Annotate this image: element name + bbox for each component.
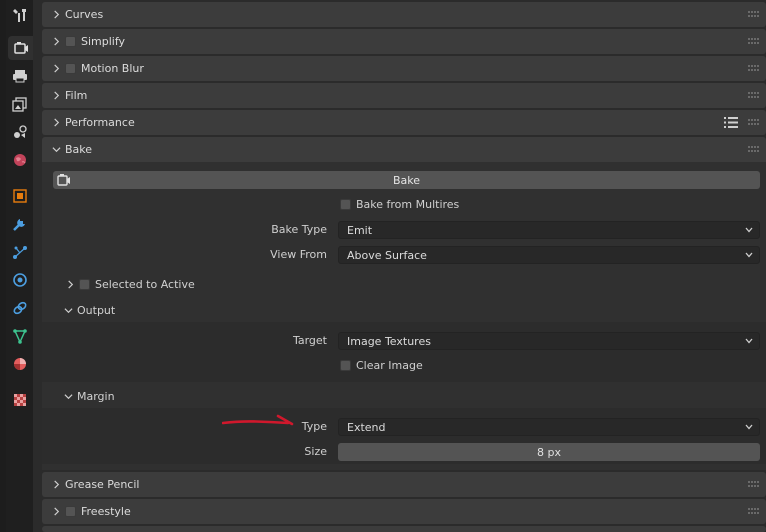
- motion-blur-checkbox[interactable]: [65, 63, 76, 74]
- drag-grip-icon[interactable]: [748, 480, 760, 488]
- output-title: Output: [77, 304, 116, 317]
- drag-grip-icon[interactable]: [748, 145, 760, 153]
- drag-grip-icon[interactable]: [748, 507, 760, 515]
- properties-tab-bar: [6, 0, 33, 532]
- chevron-right-icon: [50, 479, 62, 491]
- panel-title: Motion Blur: [81, 62, 144, 75]
- drag-grip-icon[interactable]: [748, 10, 760, 18]
- texture-icon[interactable]: [6, 388, 33, 412]
- bake-type-label: Bake Type: [271, 223, 327, 236]
- panel-bake[interactable]: Bake: [42, 137, 766, 162]
- target-dropdown[interactable]: Image Textures: [338, 332, 760, 350]
- bake-from-multires-toggle[interactable]: Bake from Multires: [340, 198, 459, 211]
- chevron-down-icon: [62, 391, 74, 403]
- view-from-dropdown[interactable]: Above Surface: [338, 246, 760, 264]
- panel-title: Performance: [65, 116, 135, 129]
- margin-size-label: Size: [304, 445, 327, 458]
- selected-to-active-checkbox[interactable]: [79, 279, 90, 290]
- margin-type-label: Type: [301, 420, 327, 433]
- physics-icon[interactable]: [6, 268, 33, 292]
- chevron-right-icon: [50, 90, 62, 102]
- drag-grip-icon[interactable]: [748, 91, 760, 99]
- chevron-right-icon: [50, 9, 62, 21]
- render-bake-icon: [57, 174, 70, 186]
- chevron-right-icon: [50, 506, 62, 518]
- chevron-down-icon: [62, 305, 74, 317]
- panel-title: Grease Pencil: [65, 478, 140, 491]
- annotation-arrow: [222, 414, 294, 426]
- scene-icon[interactable]: [6, 120, 33, 144]
- panel-title: Freestyle: [81, 505, 131, 518]
- view-from-value: Above Surface: [347, 248, 427, 262]
- drag-grip-icon[interactable]: [748, 37, 760, 45]
- tool-icon[interactable]: [6, 3, 33, 27]
- panel-motion-blur[interactable]: Motion Blur: [42, 56, 766, 81]
- bake-button[interactable]: Bake: [53, 171, 760, 189]
- chevron-right-icon: [64, 279, 76, 291]
- target-label: Target: [292, 334, 327, 347]
- view-from-label: View From: [270, 248, 327, 261]
- bake-type-value: Emit: [347, 223, 373, 237]
- freestyle-checkbox[interactable]: [65, 506, 76, 517]
- panel-curves[interactable]: Curves: [42, 2, 766, 27]
- panel-title: Film: [65, 89, 88, 102]
- world-icon[interactable]: [6, 148, 33, 172]
- data-icon[interactable]: [6, 324, 33, 348]
- particles-icon[interactable]: [6, 240, 33, 264]
- properties-panel: Curves Simplify Motion Blur Film Perform…: [40, 0, 766, 532]
- presets-list-icon[interactable]: [724, 116, 738, 129]
- bake-from-multires-label: Bake from Multires: [356, 198, 460, 211]
- tab-gap: [33, 0, 40, 532]
- margin-type-value: Extend: [347, 420, 386, 434]
- panel-grease-pencil[interactable]: Grease Pencil: [42, 472, 766, 497]
- subpanel-output[interactable]: Output: [62, 304, 115, 317]
- panel-film[interactable]: Film: [42, 83, 766, 108]
- chevron-right-icon: [50, 117, 62, 129]
- clear-image-toggle[interactable]: Clear Image: [340, 359, 423, 372]
- chevron-down-icon: [50, 144, 62, 156]
- render-icon[interactable]: [8, 36, 33, 60]
- selected-to-active-label: Selected to Active: [95, 278, 195, 291]
- margin-size-value: 8 px: [537, 445, 561, 459]
- chevron-right-icon: [50, 63, 62, 75]
- drag-grip-icon[interactable]: [748, 118, 760, 126]
- panel-performance[interactable]: Performance: [42, 110, 766, 135]
- constraints-icon[interactable]: [6, 296, 33, 320]
- clear-image-checkbox[interactable]: [340, 360, 351, 371]
- output-body: [42, 322, 766, 382]
- panel-simplify[interactable]: Simplify: [42, 29, 766, 54]
- output-icon[interactable]: [6, 64, 33, 88]
- subpanel-margin[interactable]: Margin: [62, 390, 115, 403]
- panel-freestyle[interactable]: Freestyle: [42, 499, 766, 524]
- bake-button-label: Bake: [392, 173, 421, 187]
- margin-type-dropdown[interactable]: Extend: [338, 418, 760, 436]
- modifiers-icon[interactable]: [6, 212, 33, 236]
- margin-title: Margin: [77, 390, 115, 403]
- panel-title: Bake: [65, 143, 93, 156]
- drag-grip-icon[interactable]: [748, 64, 760, 72]
- chevron-right-icon: [50, 36, 62, 48]
- material-icon[interactable]: [6, 352, 33, 376]
- view-layer-icon[interactable]: [6, 92, 33, 116]
- panel-title: Curves: [65, 8, 104, 21]
- object-icon[interactable]: [6, 184, 33, 208]
- clear-image-label: Clear Image: [356, 359, 423, 372]
- target-value: Image Textures: [347, 334, 431, 348]
- margin-size-field[interactable]: 8 px: [338, 443, 760, 461]
- chevron-down-icon: [745, 252, 753, 258]
- subpanel-selected-to-active[interactable]: Selected to Active: [64, 278, 195, 291]
- chevron-down-icon: [745, 227, 753, 233]
- bake-panel-body: Bake Bake from Multires Bake Type Emit V…: [42, 162, 766, 470]
- panel-next: [42, 526, 766, 532]
- bake-from-multires-checkbox[interactable]: [340, 199, 351, 210]
- panel-title: Simplify: [81, 35, 126, 48]
- chevron-down-icon: [745, 338, 753, 344]
- bake-type-dropdown[interactable]: Emit: [338, 221, 760, 239]
- chevron-down-icon: [745, 424, 753, 430]
- simplify-checkbox[interactable]: [65, 36, 76, 47]
